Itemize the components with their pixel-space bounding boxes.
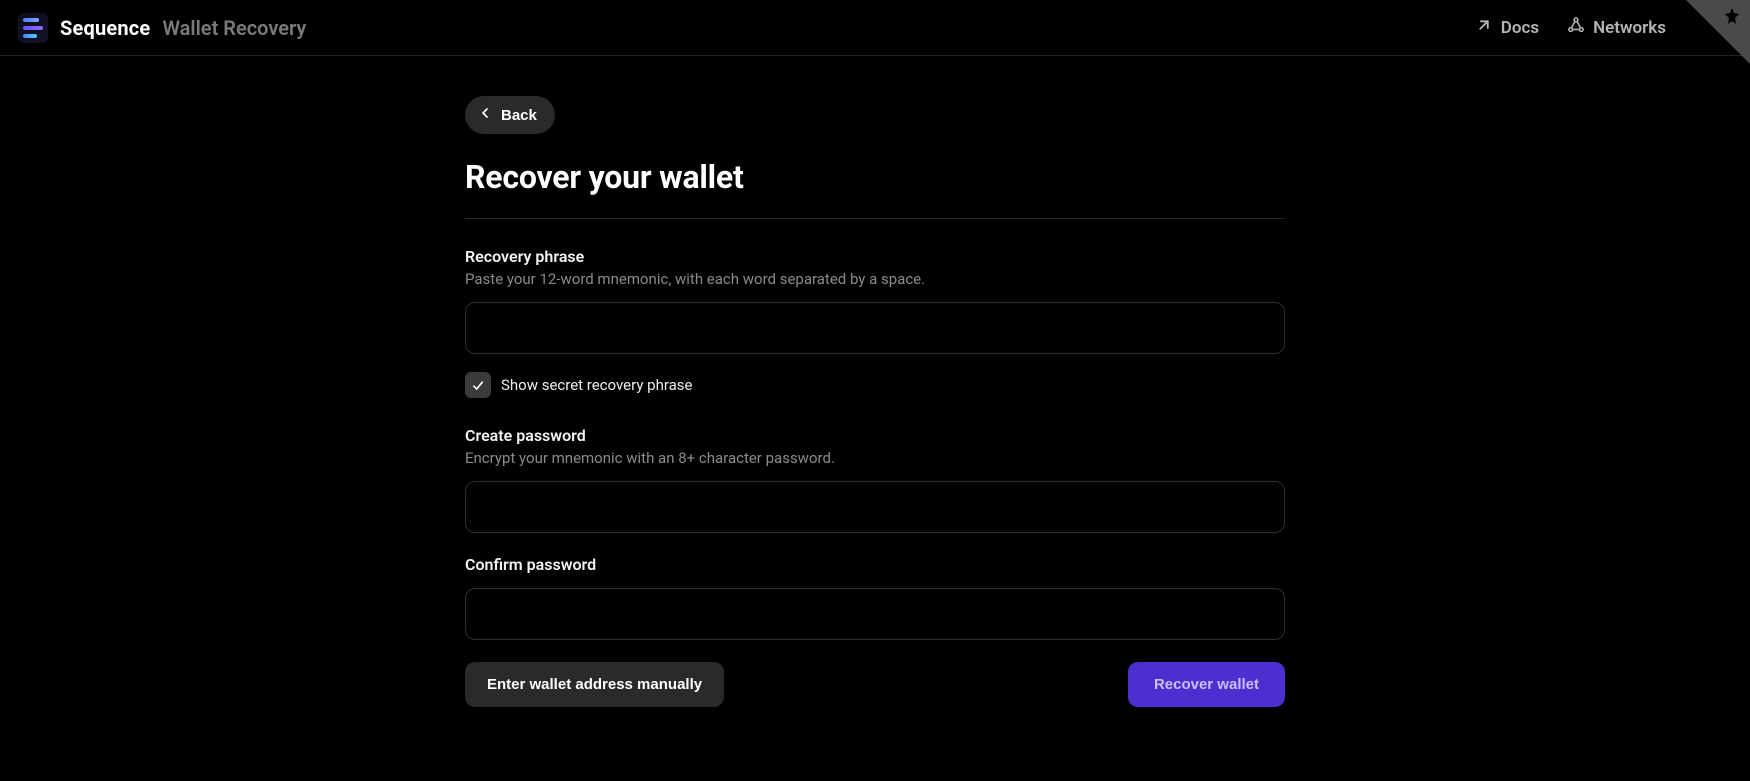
footer-actions: Enter wallet address manually Recover wa… bbox=[465, 662, 1285, 707]
logo-icon bbox=[18, 13, 48, 43]
check-icon bbox=[470, 377, 486, 393]
back-button[interactable]: Back bbox=[465, 96, 555, 134]
show-phrase-row: Show secret recovery phrase bbox=[465, 372, 1285, 398]
show-phrase-label: Show secret recovery phrase bbox=[501, 376, 692, 394]
network-icon bbox=[1567, 16, 1585, 39]
docs-link-label: Docs bbox=[1501, 18, 1539, 38]
create-password-section: Create password Encrypt your mnemonic wi… bbox=[465, 426, 1285, 533]
networks-link-label: Networks bbox=[1593, 18, 1666, 38]
recovery-phrase-input[interactable] bbox=[465, 302, 1285, 354]
page-content: Back Recover your wallet Recovery phrase… bbox=[465, 96, 1285, 747]
recover-wallet-button[interactable]: Recover wallet bbox=[1128, 662, 1285, 707]
recovery-phrase-section: Recovery phrase Paste your 12-word mnemo… bbox=[465, 247, 1285, 398]
create-password-label: Create password bbox=[465, 426, 1285, 445]
show-phrase-checkbox[interactable] bbox=[465, 372, 491, 398]
corner-icon bbox=[1720, 6, 1744, 30]
create-password-input[interactable] bbox=[465, 481, 1285, 533]
chevron-left-icon bbox=[477, 105, 493, 125]
recovery-phrase-label: Recovery phrase bbox=[465, 247, 1285, 266]
back-button-label: Back bbox=[501, 107, 537, 124]
brand-subtitle: Wallet Recovery bbox=[162, 16, 306, 40]
header-actions: Docs Networks bbox=[1475, 16, 1666, 39]
create-password-desc: Encrypt your mnemonic with an 8+ charact… bbox=[465, 449, 1285, 467]
page-title: Recover your wallet bbox=[465, 158, 1285, 196]
app-header: Sequence Wallet Recovery Docs Networks bbox=[0, 0, 1750, 56]
docs-link[interactable]: Docs bbox=[1475, 16, 1539, 39]
brand-name: Sequence bbox=[60, 16, 150, 40]
enter-manual-button[interactable]: Enter wallet address manually bbox=[465, 662, 724, 707]
corner-fold bbox=[1686, 0, 1750, 64]
external-link-icon bbox=[1475, 16, 1493, 39]
confirm-password-section: Confirm password bbox=[465, 555, 1285, 640]
networks-link[interactable]: Networks bbox=[1567, 16, 1666, 39]
confirm-password-label: Confirm password bbox=[465, 555, 1285, 574]
divider bbox=[465, 218, 1285, 219]
recovery-phrase-desc: Paste your 12-word mnemonic, with each w… bbox=[465, 270, 1285, 288]
brand: Sequence Wallet Recovery bbox=[18, 13, 306, 43]
confirm-password-input[interactable] bbox=[465, 588, 1285, 640]
